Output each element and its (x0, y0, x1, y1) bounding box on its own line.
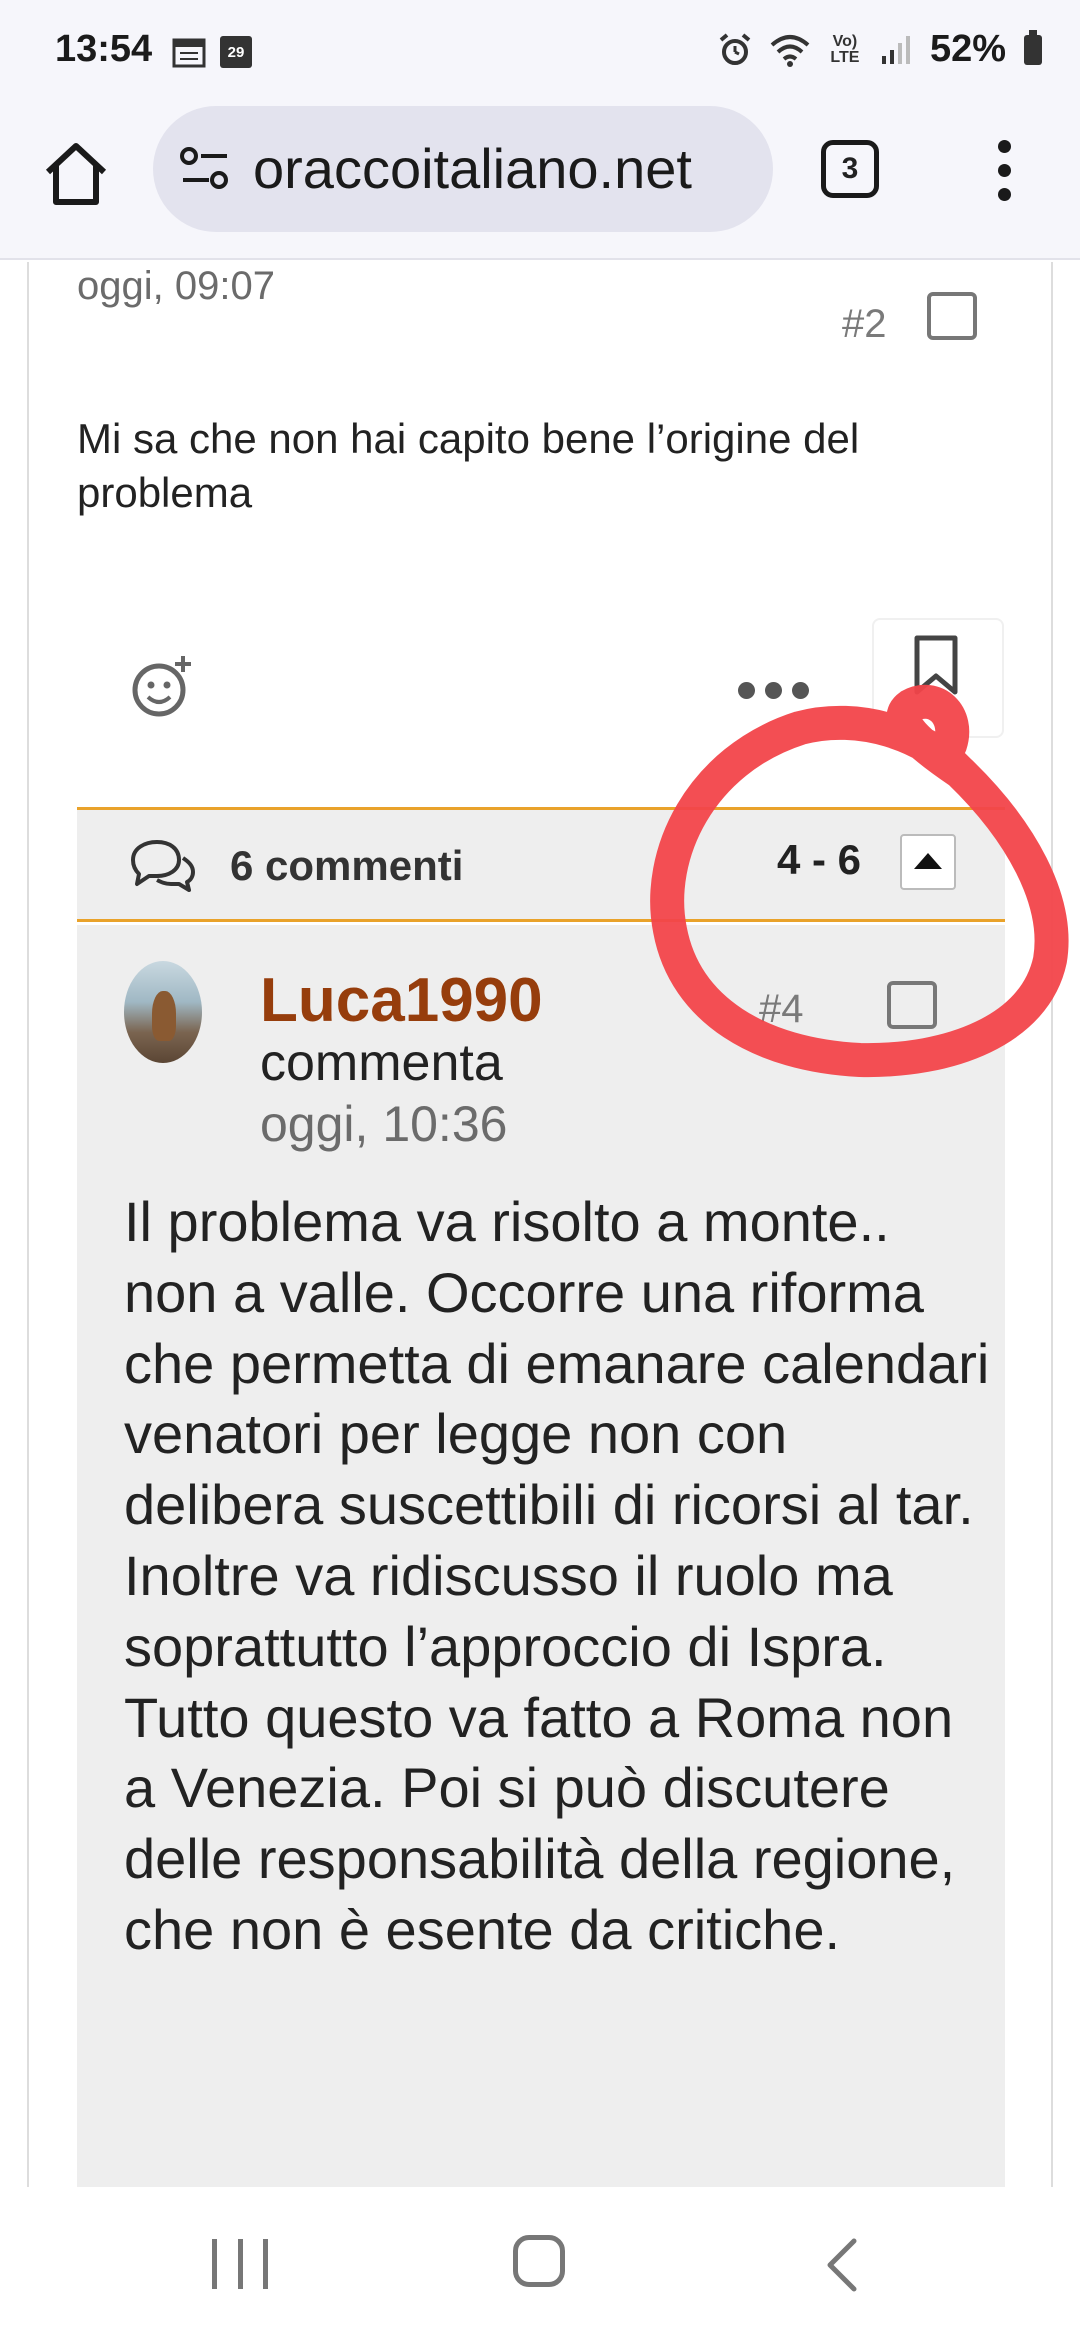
wifi-icon (770, 34, 810, 67)
collapse-icon[interactable] (900, 834, 956, 890)
comment-number[interactable]: #4 (759, 987, 804, 1032)
status-time: 13:54 (55, 28, 153, 70)
comments-bar[interactable]: 6 commenti 4 - 6 (77, 807, 1005, 922)
comments-count-label[interactable]: 6 commenti (230, 842, 463, 890)
battery-percent: 52% (929, 28, 1006, 70)
back-icon[interactable] (822, 2237, 862, 2293)
alarm-icon (719, 32, 751, 65)
comment-select-checkbox[interactable] (887, 981, 937, 1029)
comments-icon (131, 840, 195, 892)
comment-username[interactable]: Luca1990 (260, 965, 543, 1036)
status-indicators: Vo) LTE 52% (718, 28, 1042, 71)
status-bar: 13:54 29 Vo) LTE 52% (0, 0, 1080, 100)
home-icon[interactable] (40, 138, 112, 210)
address-bar[interactable]: oraccoitaliano.net (153, 106, 773, 232)
comment-item: Luca1990 commenta oggi, 10:36 #4 Il prob… (77, 925, 1005, 2187)
comment-body: Il problema va risolto a monte.. non a v… (124, 1190, 990, 1961)
recent-apps-icon[interactable] (212, 2239, 268, 2289)
post-number[interactable]: #2 (842, 302, 887, 347)
calendar-day-badge: 29 (220, 36, 252, 68)
url-text[interactable]: oraccoitaliano.net (253, 136, 692, 201)
page-content: oggi, 09:07 #2 Mi sa che non hai capito … (0, 262, 1080, 2187)
bookmark-button[interactable] (872, 618, 1004, 738)
more-icon[interactable] (738, 682, 809, 699)
comment-action: commenta (260, 1034, 503, 1092)
signal-icon (881, 35, 910, 64)
avatar[interactable] (124, 961, 202, 1063)
post-select-checkbox[interactable] (927, 292, 977, 340)
browser-toolbar: oraccoitaliano.net 3 (0, 100, 1080, 260)
system-nav-bar (0, 2187, 1080, 2340)
comment-date: oggi, 10:36 (260, 1096, 508, 1152)
add-reaction-icon[interactable] (127, 652, 197, 722)
post-date: oggi, 09:07 (77, 264, 275, 308)
calendar-icon (172, 38, 206, 68)
site-settings-icon[interactable] (179, 146, 231, 192)
bookmark-icon (914, 635, 958, 695)
network-type-label: Vo) LTE (830, 32, 860, 66)
tabs-icon[interactable]: 3 (821, 140, 879, 198)
battery-icon (1024, 29, 1042, 65)
home-nav-icon[interactable] (513, 2235, 565, 2287)
comments-range: 4 - 6 (777, 836, 862, 883)
post-body: Mi sa che non hai capito bene l’origine … (77, 415, 860, 516)
menu-icon[interactable] (990, 140, 1018, 210)
